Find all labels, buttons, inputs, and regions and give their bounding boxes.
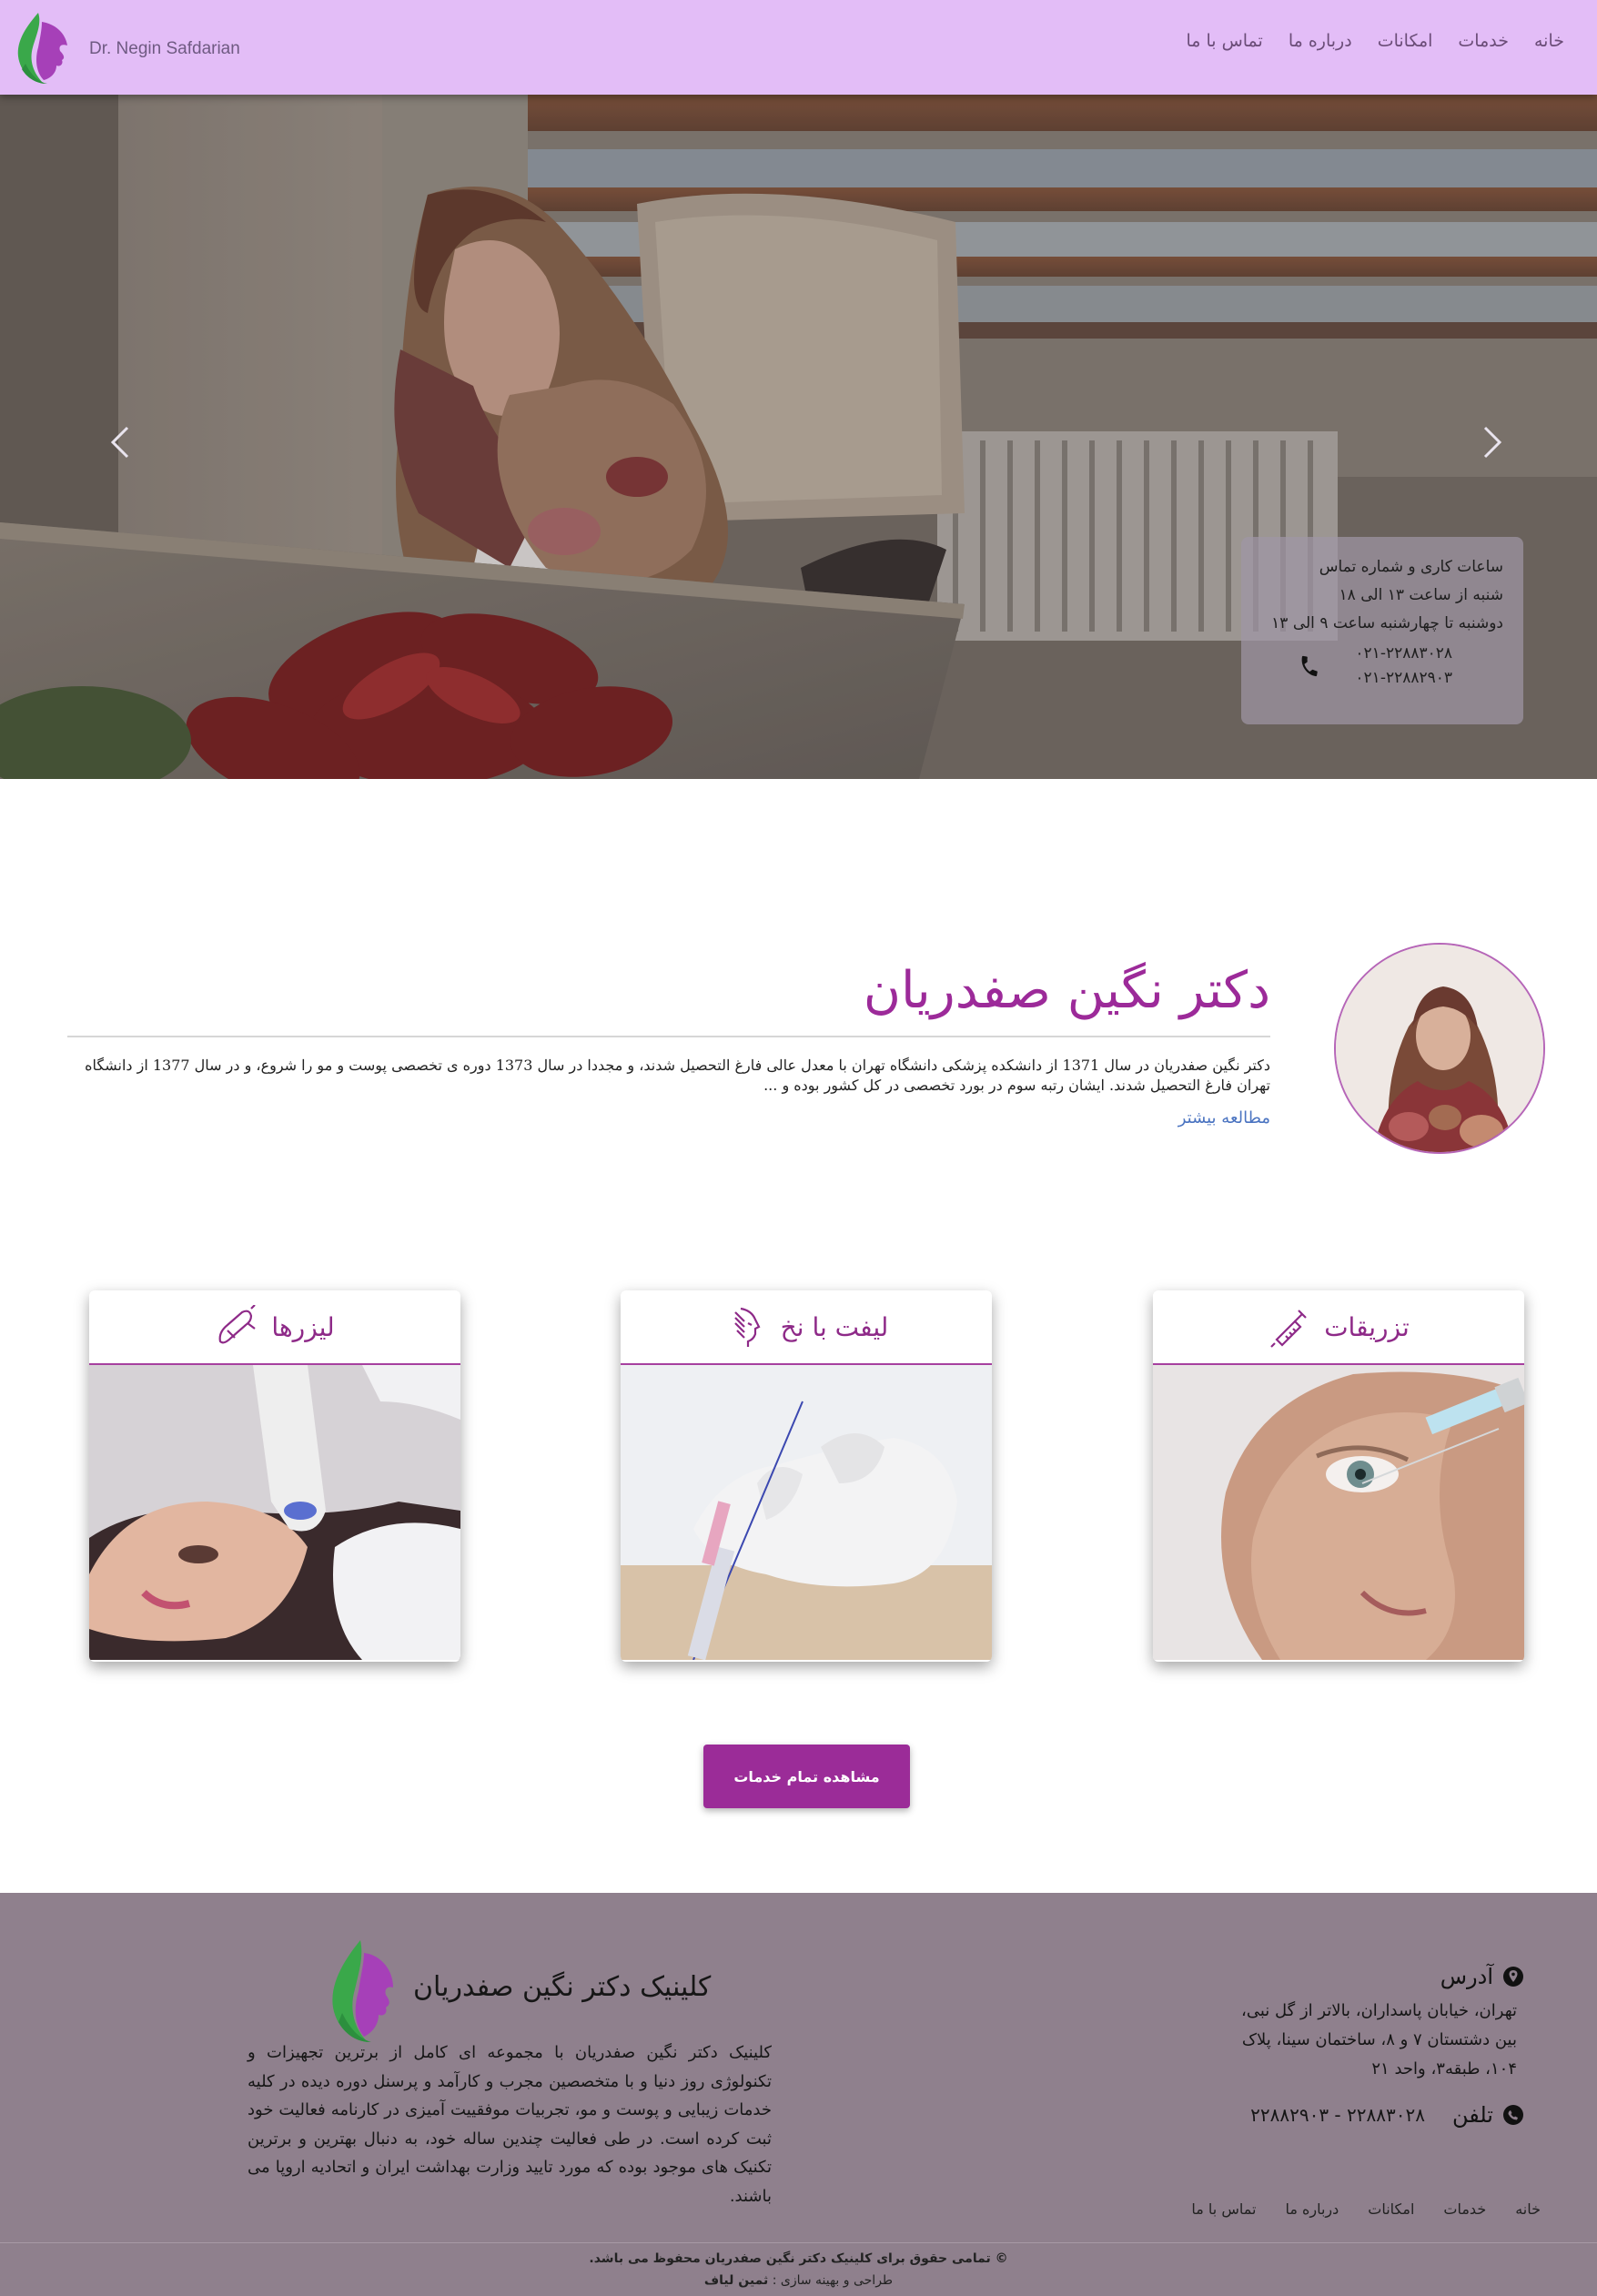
card-header: لیفت با نخ [621,1290,992,1365]
carousel-next-icon[interactable] [1474,415,1511,470]
doctor-avatar [1334,943,1545,1154]
service-card-lasers[interactable]: لیزرها [89,1290,460,1662]
footer-phone-numbers[interactable]: ۲۲۸۸۳۰۲۸ - ۲۲۸۸۲۹۰۳ [1250,2104,1425,2126]
clinic-title: کلینیک دکتر نگین صفدریان [413,1971,712,2003]
nav-about[interactable]: درباره ما [1289,31,1352,51]
read-more-link[interactable]: مطالعه بیشتر [1178,1108,1270,1128]
service-card-thread-lift[interactable]: لیفت با نخ [621,1290,992,1662]
injection-photo [1153,1365,1524,1660]
brand[interactable]: Dr. Negin Safdarian [11,9,240,86]
footer-nav: خانه خدمات امکانات درباره ما تماس با ما [1191,2200,1541,2218]
phone-numbers: ۰۲۱-۲۲۸۸۳۰۲۸ ۰۲۱-۲۲۸۸۲۹۰۳ [1261,642,1503,691]
copyright-text: © تمامی حقوق برای کلینیک دکتر نگین صفدری… [589,2251,1008,2266]
footer-nav-home[interactable]: خانه [1515,2200,1541,2218]
clinic-description: کلینیک دکتر نگین صفدریان با مجموعه ای کا… [248,2043,772,2206]
card-title: تزریقات [1324,1311,1410,1342]
footer: آدرس تهران، خیابان پاسداران، بالاتر از گ… [0,1893,1597,2296]
nav-services[interactable]: خدمات [1458,31,1509,51]
brand-name: Dr. Negin Safdarian [89,39,240,58]
main-nav: خانه خدمات امکانات درباره ما تماس با ما [1186,31,1564,51]
working-hours-box: ساعات کاری و شماره تماس شنبه از ساعت ۱۳ … [1241,537,1523,724]
laser-treatment-photo [89,1365,460,1660]
card-title: لیزرها [271,1311,335,1342]
location-pin-icon [1503,1967,1523,1987]
thread-lift-photo [621,1365,992,1660]
address-heading: آدرس [1440,1964,1524,1989]
laser-icon [218,1305,257,1344]
card-header: تزریقات [1153,1290,1524,1365]
hours-mon-wed: دوشنبه تا چهارشنبه ساعت ۹ الی ۱۳ [1271,614,1503,632]
address-title: آدرس [1440,1964,1493,1989]
doctor-name-heading: دکتر نگین صفدریان [863,961,1270,1020]
credit-prefix: طراحی و بهینه سازی : [772,2273,894,2288]
clinic-logo-icon [17,13,67,84]
phone-number-2[interactable]: ۰۲۱-۲۲۸۸۲۹۰۳ [1261,666,1452,691]
phone-title: تلفن [1451,2102,1493,2128]
nav-contact[interactable]: تماس با ما [1186,31,1262,51]
nav-facilities[interactable]: امکانات [1378,31,1433,51]
service-card-injections[interactable]: تزریقات [1153,1290,1524,1662]
view-all-services-button[interactable]: مشاهده تمام خدمات [703,1745,910,1808]
footer-nav-about[interactable]: درباره ما [1285,2200,1339,2218]
card-header: لیزرها [89,1290,460,1365]
footer-nav-contact[interactable]: تماس با ما [1191,2200,1256,2218]
hero-carousel: ساعات کاری و شماره تماس شنبه از ساعت ۱۳ … [0,95,1597,779]
designer-credit: طراحی و بهینه سازی : ثمین لیاف [0,2273,1597,2288]
footer-nav-services[interactable]: خدمات [1443,2200,1486,2218]
footer-divider [0,2242,1597,2243]
phone-number-1[interactable]: ۰۲۱-۲۲۸۸۳۰۲۸ [1261,642,1452,666]
footer-nav-facilities[interactable]: امکانات [1368,2200,1414,2218]
clinic-logo-icon [332,1940,393,2042]
card-title: لیفت با نخ [780,1311,889,1342]
doctor-bio: دکتر نگین صفدریان در سال 1371 از دانشکده… [85,1057,1270,1094]
phone-heading: تلفن ۲۲۸۸۳۰۲۸ - ۲۲۸۸۲۹۰۳ [1250,2102,1524,2128]
nav-home[interactable]: خانه [1534,31,1564,51]
syringe-icon [1270,1310,1307,1348]
navbar: Dr. Negin Safdarian خانه خدمات امکانات د… [0,0,1597,95]
face-thread-icon [733,1307,761,1347]
credit-name-link[interactable]: ثمین لیاف [704,2273,768,2288]
phone-icon [1301,655,1318,677]
phone-circle-icon [1503,2105,1523,2125]
hours-title: ساعات کاری و شماره تماس [1319,558,1503,576]
address-text: تهران، خیابان پاسداران، بالاتر از گل نبی… [1241,2001,1517,2079]
about-divider [67,1036,1270,1037]
hours-saturday: شنبه از ساعت ۱۳ الی ۱۸ [1339,586,1503,604]
carousel-prev-icon[interactable] [102,415,138,470]
